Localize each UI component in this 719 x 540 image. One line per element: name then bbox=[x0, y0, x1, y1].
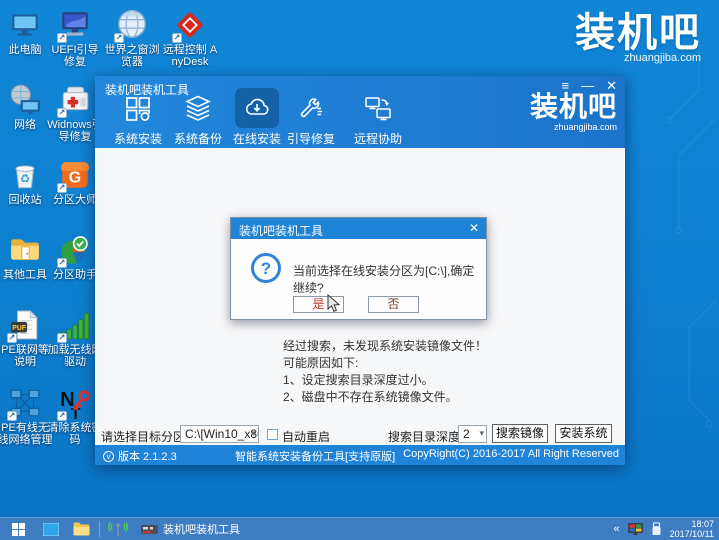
nav-system-backup[interactable]: 系统备份 bbox=[168, 88, 228, 147]
nav-boot-repair[interactable]: 引导修复 bbox=[281, 88, 341, 147]
product-text: 智能系统安装备份工具[支持原版] bbox=[235, 448, 395, 464]
bottom-controls: 请选择目标分区: C:\[Win10_x86 自动重启 搜索目录深度: 2 搜索… bbox=[95, 424, 625, 446]
windows-logo-icon bbox=[12, 523, 25, 536]
desktop-icon-pe-network-doc[interactable]: PUF ↗ PE联网等说明 bbox=[0, 308, 53, 368]
confirm-dialog: 装机吧装机工具 ✕ ? 当前选择在线安装分区为[C:\],确定继续? 是 否 bbox=[230, 217, 487, 320]
taskbar: 装机吧装机工具 « 18:07 2017/10/11 bbox=[0, 517, 719, 540]
dialog-message: 当前选择在线安装分区为[C:\],确定继续? bbox=[293, 262, 478, 296]
version-badge-icon: v bbox=[103, 451, 114, 462]
shortcut-arrow-icon: ↗ bbox=[57, 333, 67, 343]
wallpaper-logo: 装机吧 zhuangjiba.com bbox=[575, 12, 701, 64]
clock-date: 2017/10/11 bbox=[670, 529, 714, 539]
taskbar-clock[interactable]: 18:07 2017/10/11 bbox=[670, 519, 714, 539]
auto-restart-label: 自动重启 bbox=[282, 428, 330, 445]
dialog-close-icon[interactable]: ✕ bbox=[469, 221, 479, 235]
usb-device-icon[interactable] bbox=[651, 522, 662, 536]
wallpaper-logo-text: 装机吧 bbox=[575, 12, 701, 54]
globe-browser-icon: ↗ bbox=[115, 8, 149, 42]
version-text: 版本 2.1.2.3 bbox=[118, 448, 177, 464]
install-system-button[interactable]: 安装系统 bbox=[555, 424, 612, 443]
desktop-icon-other-tools[interactable]: 其他工具 bbox=[0, 233, 53, 281]
shortcut-arrow-icon: ↗ bbox=[7, 333, 17, 343]
no-button[interactable]: 否 bbox=[368, 296, 419, 313]
main-window: 装机吧装机工具 ≡ — ✕ 系统安装 系统备份 在线安装 bbox=[95, 76, 625, 465]
system-tray: « 18:07 2017/10/11 bbox=[613, 519, 719, 539]
desktop-icon-uefi-repair[interactable]: ↗ UEFI引导修复 bbox=[47, 8, 103, 68]
svg-text:G: G bbox=[69, 169, 81, 186]
desktop-icon-recycle-bin[interactable]: ♻ 回收站 bbox=[0, 158, 53, 206]
signal-bars-icon: ↗ bbox=[58, 308, 92, 342]
shortcut-arrow-icon: ↗ bbox=[57, 411, 67, 421]
dialog-title: 装机吧装机工具 bbox=[239, 222, 323, 239]
desktop-icon-browser[interactable]: ↗ 世界之窗浏览器 bbox=[104, 8, 160, 68]
shortcut-arrow-icon: ↗ bbox=[7, 411, 17, 421]
clock-time: 18:07 bbox=[670, 519, 714, 529]
mouse-cursor bbox=[327, 294, 342, 314]
wallpaper-logo-domain: zhuangjiba.com bbox=[575, 52, 701, 64]
nt-key-icon: NT ↗ bbox=[58, 386, 92, 420]
anydesk-icon: ↗ bbox=[173, 8, 207, 42]
svg-text:♻: ♻ bbox=[20, 172, 30, 185]
question-icon: ? bbox=[251, 253, 281, 283]
desktop-icon-this-pc[interactable]: 此电脑 bbox=[0, 8, 53, 56]
status-bar: v 版本 2.1.2.3 智能系统安装备份工具[支持原版] CopyRight(… bbox=[95, 445, 625, 465]
partition-pie-icon: ↗ bbox=[58, 233, 92, 267]
taskbar-app-button[interactable]: 装机吧装机工具 bbox=[133, 518, 248, 540]
taskbar-task-view[interactable] bbox=[36, 518, 66, 540]
network-icon bbox=[8, 83, 42, 117]
shortcut-arrow-icon: ↗ bbox=[57, 33, 67, 43]
search-image-button[interactable]: 搜索镜像 bbox=[492, 424, 548, 443]
shortcut-arrow-icon: ↗ bbox=[57, 183, 67, 193]
start-button[interactable] bbox=[0, 518, 36, 540]
depth-select[interactable]: 2 bbox=[458, 425, 487, 443]
window-logo: 装机吧 zhuangjiba.com bbox=[530, 92, 617, 132]
shortcut-arrow-icon: ↗ bbox=[57, 258, 67, 268]
remote-screens-icon bbox=[356, 88, 400, 128]
layers-icon bbox=[176, 88, 220, 128]
dialog-titlebar: 装机吧装机工具 ✕ bbox=[231, 218, 486, 239]
wireless-signal-icon[interactable] bbox=[103, 518, 133, 540]
recycle-bin-icon: ♻ bbox=[8, 158, 42, 192]
windows-grid-icon bbox=[116, 88, 160, 128]
auto-restart-checkbox[interactable] bbox=[267, 429, 278, 440]
wrench-icon bbox=[289, 88, 333, 128]
partition-label: 请选择目标分区: bbox=[101, 428, 188, 445]
desktop-icon-anydesk[interactable]: ↗ 远程控制 AnyDesk bbox=[162, 8, 218, 68]
shortcut-arrow-icon: ↗ bbox=[172, 33, 182, 43]
search-result-message: 经过搜索，未发现系统安装镜像文件！ 可能原因如下: 1、设定搜索目录深度过小。 … bbox=[283, 338, 487, 406]
taskbar-separator bbox=[99, 521, 100, 537]
copyright-text: CopyRight(C) 2016-2017 All Right Reserve… bbox=[403, 448, 619, 464]
svg-text:PUF: PUF bbox=[12, 325, 26, 332]
nav-remote-assist[interactable]: 远程协助 bbox=[348, 88, 408, 147]
repair-kit-icon: ↗ bbox=[58, 83, 92, 117]
uefi-repair-icon: ↗ bbox=[58, 8, 92, 42]
folder-icon bbox=[8, 233, 42, 267]
network-nodes-icon: ↗ bbox=[8, 386, 42, 420]
desktop-icon-network[interactable]: 网络 bbox=[0, 83, 53, 131]
desktop-icon-pe-network-manage[interactable]: ↗ PE有线无线网络管理 bbox=[0, 386, 53, 446]
app-icon bbox=[141, 523, 158, 536]
tray-expand-icon[interactable]: « bbox=[613, 523, 619, 535]
window-header: 装机吧装机工具 ≡ — ✕ 系统安装 系统备份 在线安装 bbox=[95, 76, 625, 148]
nav-online-install[interactable]: 在线安装 bbox=[227, 88, 287, 147]
file-explorer-icon[interactable] bbox=[66, 518, 96, 540]
display-settings-icon[interactable] bbox=[628, 523, 643, 535]
document-puf-icon: PUF ↗ bbox=[8, 308, 42, 342]
shortcut-arrow-icon: ↗ bbox=[57, 108, 67, 118]
diskgenius-icon: G ↗ bbox=[58, 158, 92, 192]
this-pc-icon bbox=[8, 8, 42, 42]
depth-label: 搜索目录深度: bbox=[388, 428, 463, 445]
partition-select[interactable]: C:\[Win10_x86 bbox=[180, 425, 259, 443]
nav-system-install[interactable]: 系统安装 bbox=[108, 88, 168, 147]
taskbar-app-label: 装机吧装机工具 bbox=[163, 521, 240, 537]
cloud-download-icon bbox=[235, 88, 279, 128]
circuit-decoration bbox=[619, 0, 719, 517]
shortcut-arrow-icon: ↗ bbox=[114, 33, 124, 43]
